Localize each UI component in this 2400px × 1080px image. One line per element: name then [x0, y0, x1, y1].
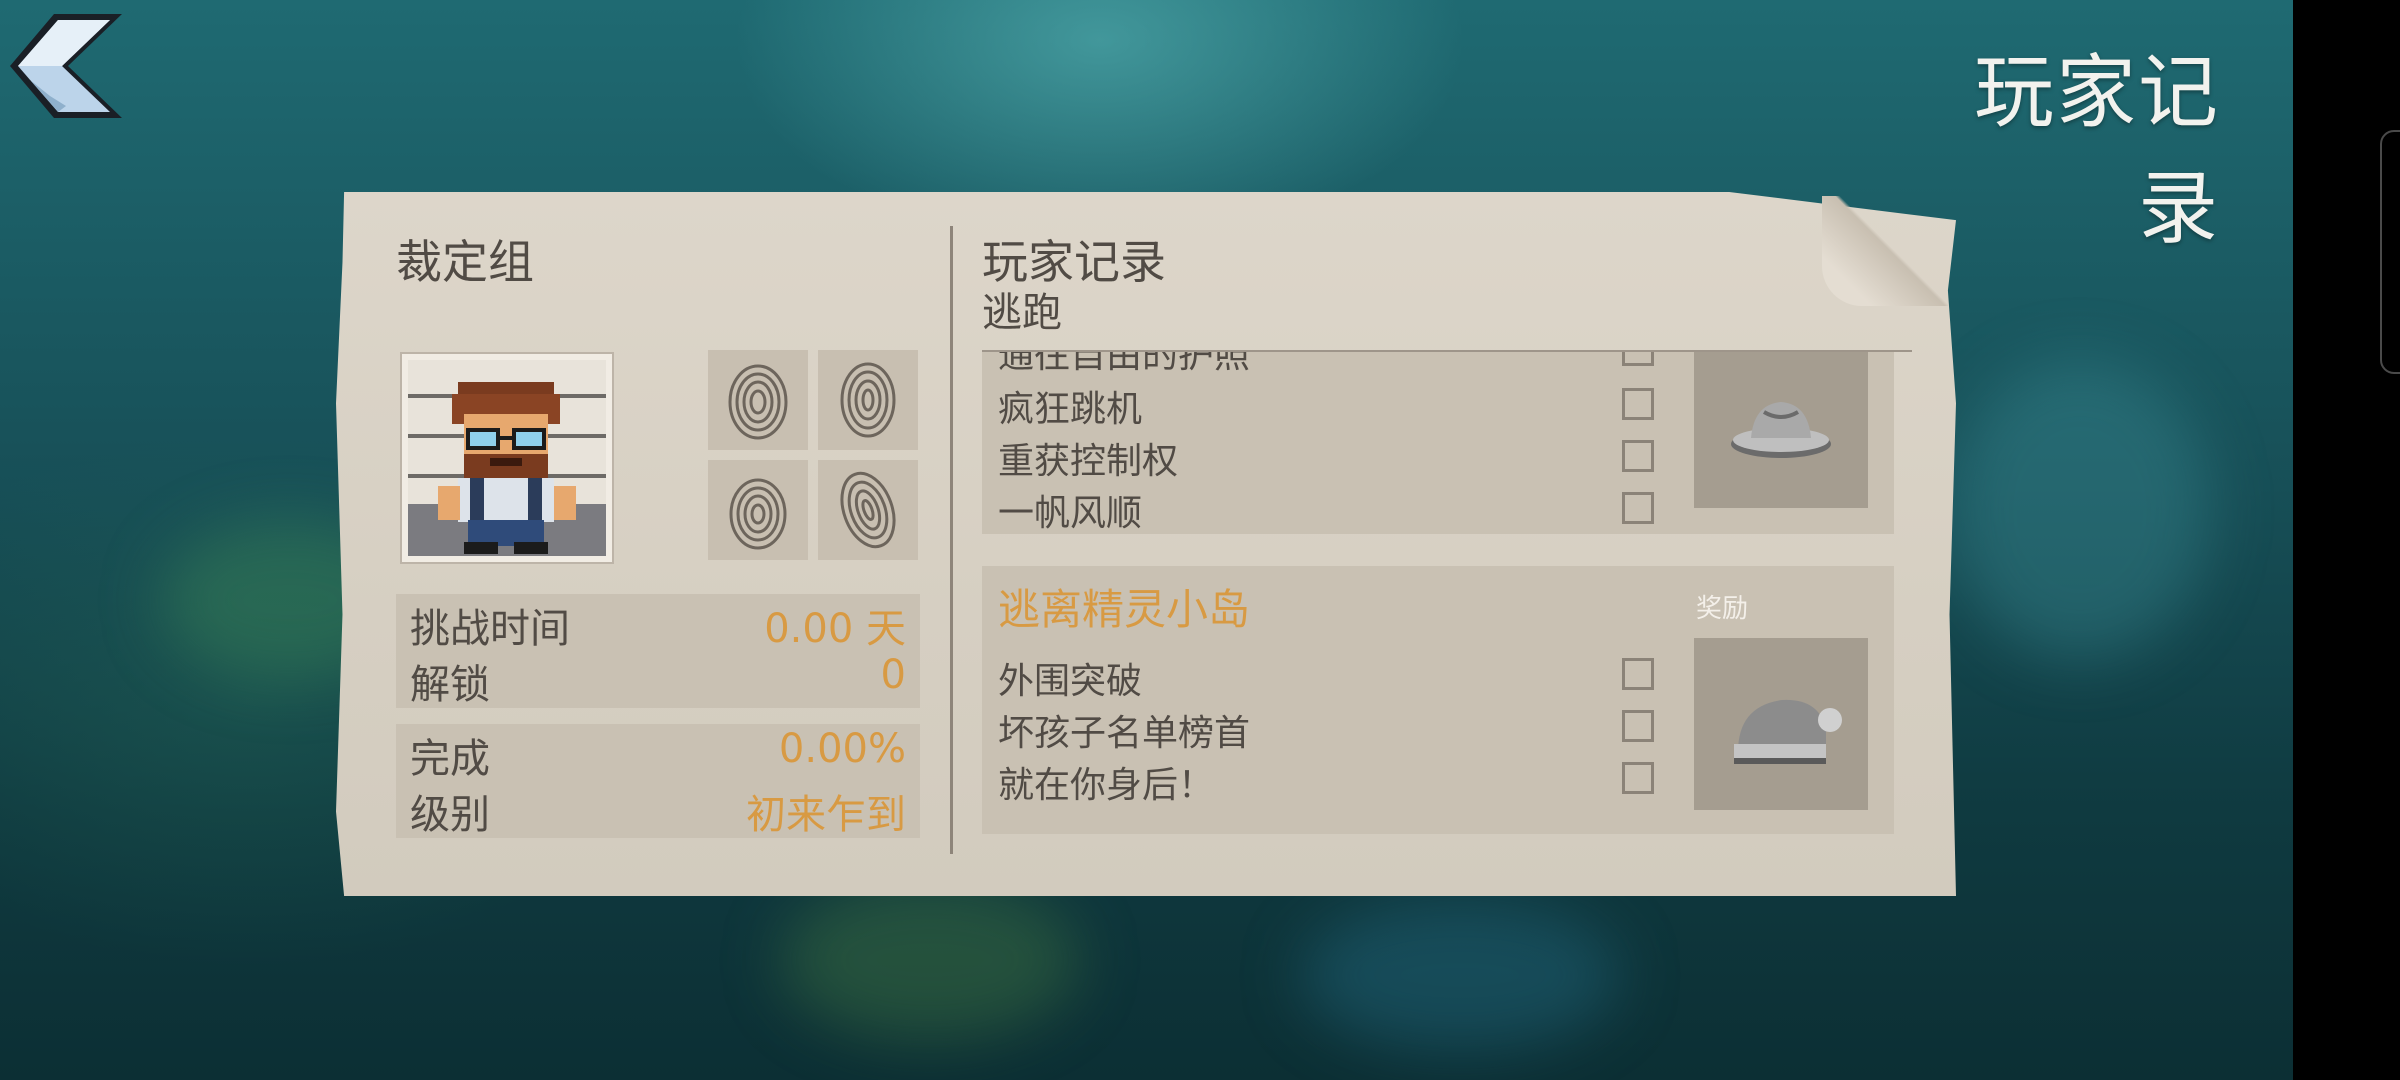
stat-label: 解锁 — [410, 662, 490, 708]
panel-divider — [950, 226, 953, 854]
reward-label: 奖励 — [1696, 594, 1749, 624]
task-checkbox[interactable] — [1622, 762, 1654, 794]
task-item: 一帆风顺 — [998, 493, 1143, 534]
fedora-hat-icon — [1731, 402, 1831, 458]
task-item: 外围突破 — [998, 661, 1143, 702]
group-title: 裁定组 — [396, 235, 534, 289]
stat-row-rank: 级别 初来乍到 — [410, 782, 906, 838]
task-checkbox[interactable] — [1622, 388, 1654, 420]
side-panel-handle[interactable] — [2380, 130, 2400, 374]
task-item: 坏孩子名单榜首 — [998, 713, 1251, 754]
paper-curl — [1822, 196, 1958, 306]
record-subtitle: 逃跑 — [982, 290, 1062, 336]
stats-box-time: 挑战时间 0.00 天 解锁 0 — [396, 594, 920, 708]
stat-value: 0.00 天 — [764, 606, 906, 652]
stat-value: 0.00% — [778, 726, 906, 772]
fingerprint-slot-2 — [818, 350, 918, 450]
back-button[interactable] — [10, 10, 130, 122]
achievement-group-partial: 通往自由的护照 疯狂跳机 重获控制权 一帆风顺 — [982, 352, 1894, 534]
task-item: 就在你身后！ — [998, 765, 1215, 806]
character-portrait-icon — [408, 360, 606, 556]
task-checkbox[interactable] — [1622, 492, 1654, 524]
fingerprint-icon — [728, 364, 788, 440]
task-checkbox[interactable] — [1622, 658, 1654, 690]
fingerprint-slot-4 — [818, 460, 918, 560]
task-checkbox[interactable] — [1622, 710, 1654, 742]
task-item: 重获控制权 — [998, 441, 1179, 482]
stats-box-progress: 完成 0.00% 级别 初来乍到 — [396, 724, 920, 838]
stat-label: 挑战时间 — [410, 606, 570, 652]
character-mugshot — [400, 352, 614, 564]
reward-slot[interactable] — [1694, 638, 1868, 810]
stat-row-challenge-time: 挑战时间 0.00 天 — [410, 596, 906, 652]
stat-label: 级别 — [410, 792, 490, 838]
fingerprint-icon — [840, 362, 896, 438]
stat-value: 初来乍到 — [746, 792, 906, 838]
fingerprint-icon — [729, 478, 787, 550]
achievement-group-escape-elf-island: 逃离精灵小岛 奖励 外围突破 坏孩子名单榜首 就在你身后！ — [982, 566, 1894, 834]
back-chevron-icon — [10, 14, 122, 118]
task-checkbox[interactable] — [1622, 440, 1654, 472]
task-item: 通往自由的护照 — [998, 352, 1251, 376]
beanie-hat-icon — [1734, 699, 1842, 764]
stat-label: 完成 — [410, 736, 490, 782]
stat-row-unlock: 解锁 0 — [410, 652, 906, 708]
stat-row-completion: 完成 0.00% — [410, 726, 906, 782]
group-title: 逃离精灵小岛 — [998, 585, 1251, 634]
task-item: 疯狂跳机 — [998, 389, 1143, 430]
fingerprint-slot-1 — [708, 350, 808, 450]
achievement-list[interactable]: 通往自由的护照 疯狂跳机 重获控制权 一帆风顺 逃离精灵小岛 奖励 外围突破 坏… — [982, 352, 1894, 842]
reward-slot[interactable] — [1694, 352, 1868, 508]
task-checkbox[interactable] — [1622, 352, 1654, 366]
stat-value: 0 — [880, 652, 906, 698]
fingerprint-slot-3 — [708, 460, 808, 560]
fingerprint-icon — [840, 471, 896, 549]
